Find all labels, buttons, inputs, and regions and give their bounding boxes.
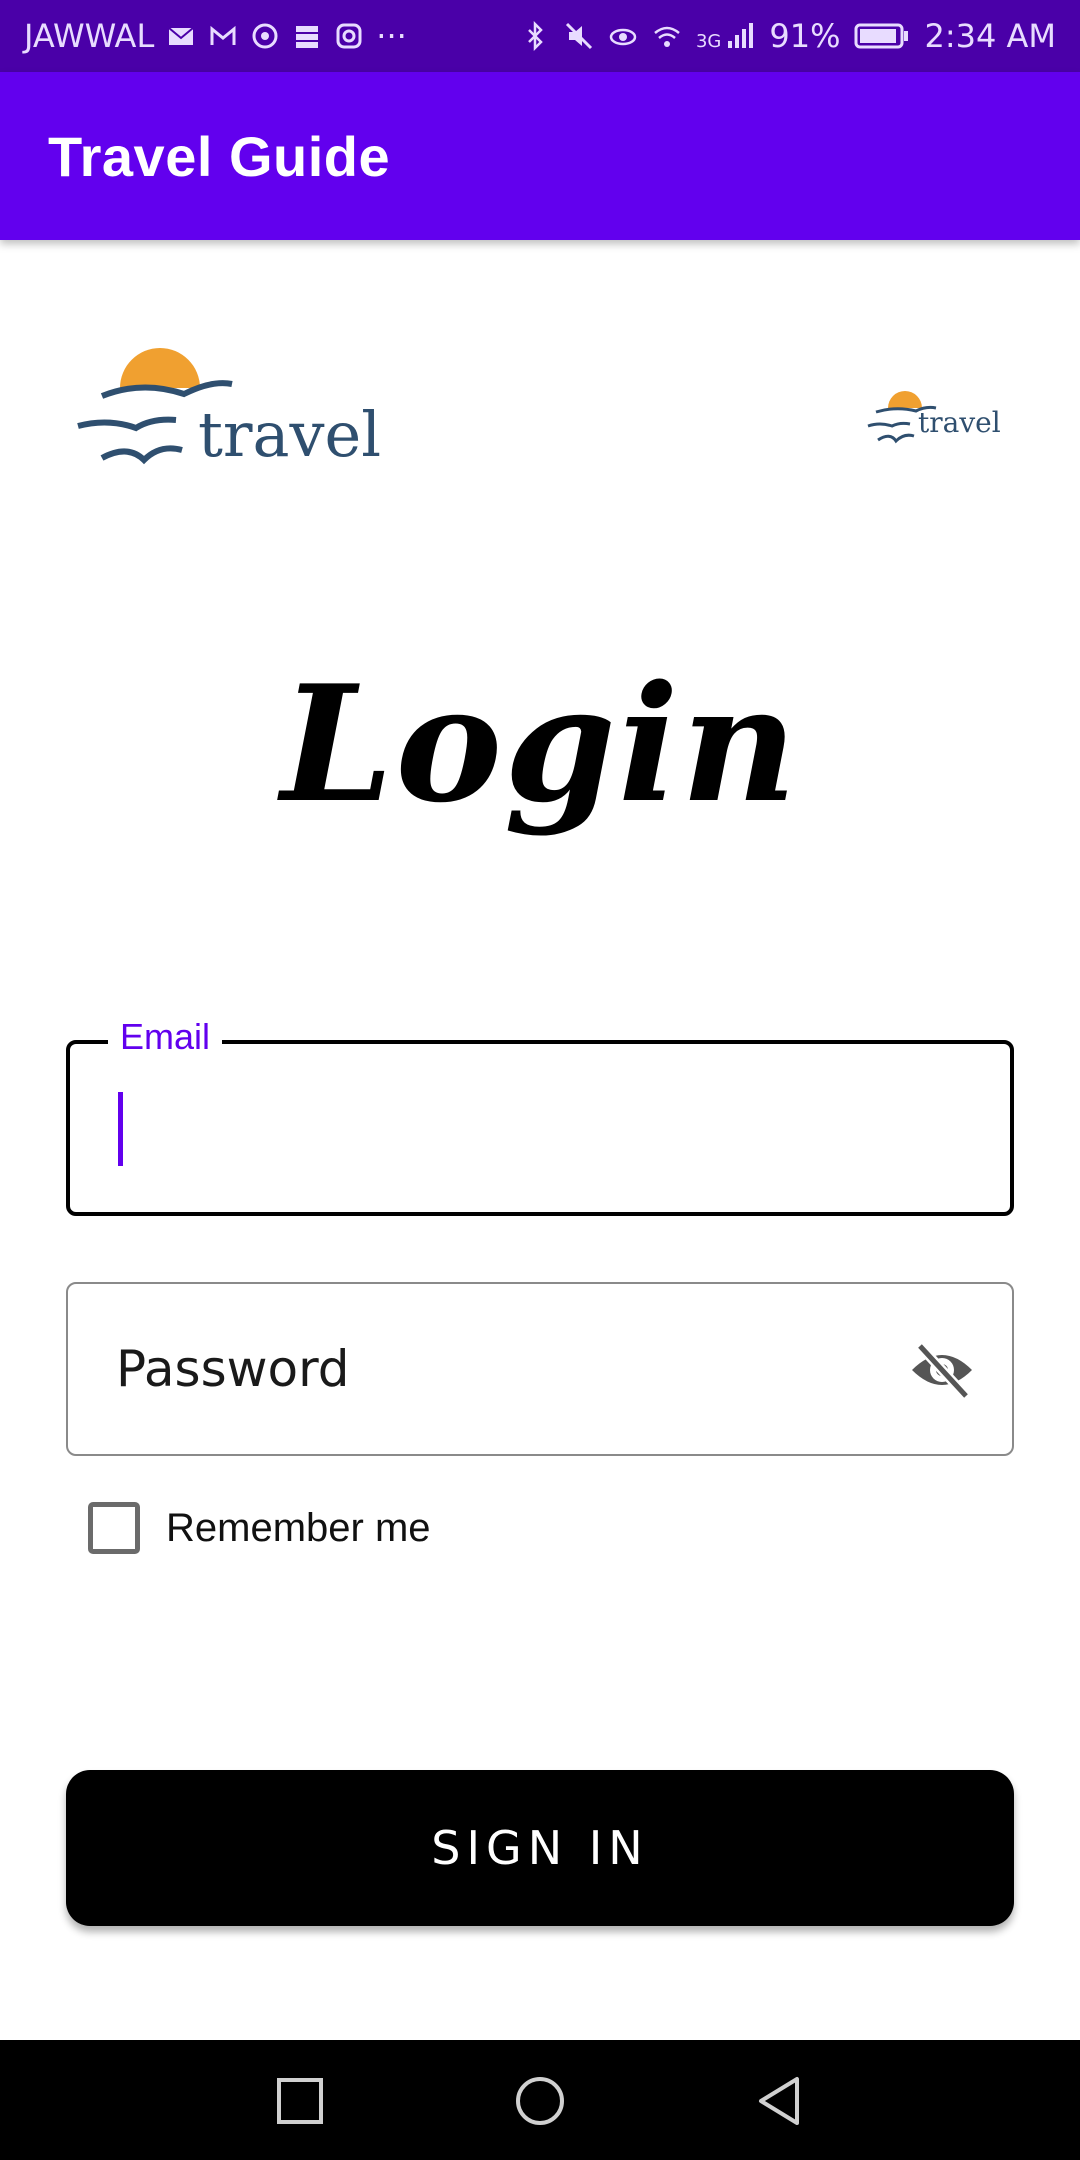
travel-logo-small: travel [867,391,1001,444]
recents-square-icon[interactable] [273,2074,327,2128]
battery-percent: 91% [769,17,841,55]
logo-text: travel [198,398,381,471]
sign-in-button[interactable]: SIGN IN [66,1770,1014,1926]
logo-bird [100,445,183,465]
sign-in-label: SIGN IN [431,1821,649,1875]
remember-me-row[interactable]: Remember me [88,1502,431,1554]
navigation-bar [0,2040,1080,2160]
network-type: 3G [695,31,722,52]
storage-icon [296,26,319,48]
app-bar: Travel Guide [0,72,1080,240]
email-field[interactable]: Email [66,1016,1014,1216]
logo-bird [877,433,915,444]
more-notifications-icon: ··· [376,17,407,55]
text-cursor [118,1092,123,1166]
mute-icon [565,22,592,50]
back-triangle-icon[interactable] [753,2074,807,2128]
signal-icon [728,23,754,48]
status-left: JAWWAL ··· [24,17,407,55]
home-circle-icon[interactable] [513,2074,567,2128]
app-title: Travel Guide [48,125,391,188]
mail-icon [168,27,194,45]
eye-comfort-icon [609,28,637,46]
travel-logo-large: travel [77,348,381,471]
battery-icon [854,23,909,49]
carrier-name: JAWWAL [24,17,155,55]
status-right: 3G 91% 2:34 AM [520,17,1056,55]
logo-bird [77,416,177,432]
instagram-icon [336,23,362,49]
whatsapp-icon [252,23,278,49]
visibility-off-icon[interactable] [906,1334,978,1406]
remember-me-checkbox[interactable] [88,1502,140,1554]
clock: 2:34 AM [924,17,1056,55]
remember-me-label[interactable]: Remember me [166,1506,431,1551]
gmail-icon [210,25,236,45]
logo-bird [867,421,911,428]
password-placeholder: Password [116,1340,350,1398]
password-field[interactable]: Password [66,1282,1014,1456]
status-bar: JAWWAL ··· 3G 91% 2:34 AM [0,0,1080,72]
wifi-icon [654,26,680,47]
email-label: Email [108,1016,223,1058]
bluetooth-icon [528,21,543,51]
login-heading: Login [280,650,800,838]
logo-text: travel [918,406,1001,439]
logo-sun [120,348,200,388]
logo-sun [888,391,922,408]
